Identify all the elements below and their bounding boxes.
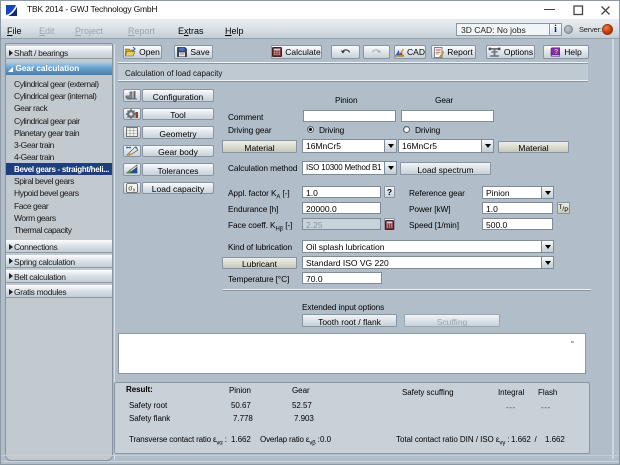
svg-text:x: x <box>133 187 136 192</box>
svg-text:?: ? <box>554 49 558 56</box>
